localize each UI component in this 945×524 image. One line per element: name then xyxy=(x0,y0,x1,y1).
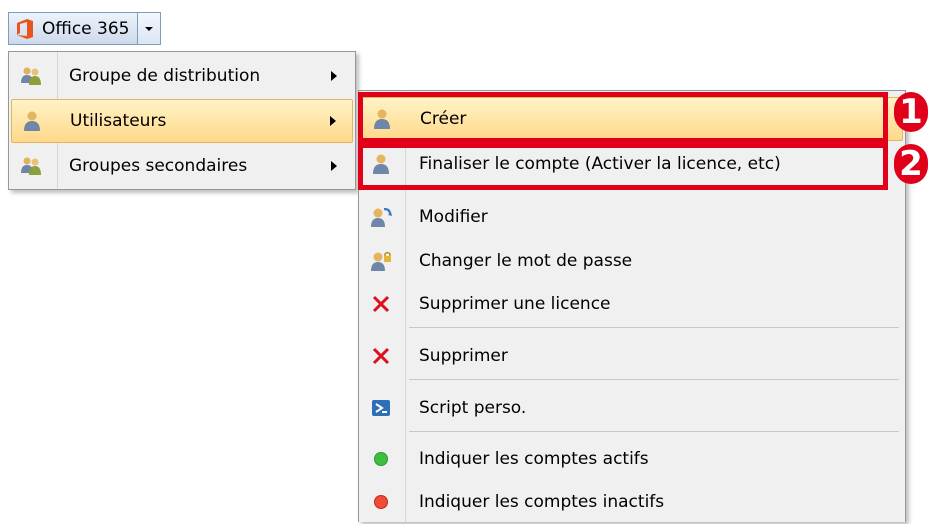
menu-item-label: Supprimer une licence xyxy=(419,294,611,314)
red-x-icon xyxy=(361,347,401,365)
chevron-down-icon xyxy=(145,26,154,31)
annotation-number-1: 1 xyxy=(894,92,928,132)
menu-item-groupes-secondaires[interactable]: Groupes secondaires xyxy=(11,144,353,188)
menu-item-label: Indiquer les comptes inactifs xyxy=(419,492,665,512)
menu-item-label: Changer le mot de passe xyxy=(419,251,633,271)
submenu-item-supprimer-licence[interactable]: Supprimer une licence xyxy=(361,282,903,326)
green-dot-icon xyxy=(361,451,401,467)
red-dot-icon xyxy=(361,494,401,510)
annotation-box-1 xyxy=(358,92,888,143)
menu-item-groupe-distribution[interactable]: Groupe de distribution xyxy=(11,54,353,98)
menu-item-label: Indiquer les comptes actifs xyxy=(419,449,649,469)
submenu-arrow-icon xyxy=(330,116,336,126)
menu-item-utilisateurs[interactable]: Utilisateurs xyxy=(11,99,353,143)
menu-item-label: Utilisateurs xyxy=(70,111,167,131)
menu-item-label: Supprimer xyxy=(419,346,508,366)
submenu-item-script-perso[interactable]: Script perso. xyxy=(361,386,903,430)
submenu-item-supprimer[interactable]: Supprimer xyxy=(361,334,903,378)
submenu-arrow-icon xyxy=(331,71,337,81)
group-icon xyxy=(11,156,51,176)
group-icon xyxy=(11,66,51,86)
annotation-box-2 xyxy=(358,143,888,190)
office-logo-icon xyxy=(17,18,33,39)
menu-item-label: Groupes secondaires xyxy=(69,156,248,176)
main-menu: Groupe de distribution Utilisateurs Grou… xyxy=(8,51,356,190)
toolbar-dropdown-button[interactable] xyxy=(137,13,161,44)
menu-item-label: Modifier xyxy=(419,207,488,227)
submenu-item-modifier[interactable]: Modifier xyxy=(361,195,903,239)
submenu-item-comptes-actifs[interactable]: Indiquer les comptes actifs xyxy=(361,437,903,481)
user-lock-icon xyxy=(361,250,401,272)
red-x-icon xyxy=(361,295,401,313)
office365-main-button[interactable]: Office 365 xyxy=(9,13,137,44)
user-edit-icon xyxy=(361,206,401,228)
submenu-item-comptes-inactifs[interactable]: Indiquer les comptes inactifs xyxy=(361,480,903,524)
submenu-arrow-icon xyxy=(331,161,337,171)
menu-separator xyxy=(409,431,899,432)
office365-toolbar-button[interactable]: Office 365 xyxy=(8,12,162,45)
submenu-item-changer-mot-de-passe[interactable]: Changer le mot de passe xyxy=(361,239,903,283)
menu-item-label: Groupe de distribution xyxy=(69,66,261,86)
menu-separator xyxy=(409,379,899,380)
annotation-number-2: 2 xyxy=(894,144,928,184)
user-icon xyxy=(12,110,52,132)
menu-item-label: Script perso. xyxy=(419,398,527,418)
powershell-icon xyxy=(361,398,401,418)
toolbar-title: Office 365 xyxy=(42,18,130,39)
menu-separator xyxy=(409,327,899,328)
